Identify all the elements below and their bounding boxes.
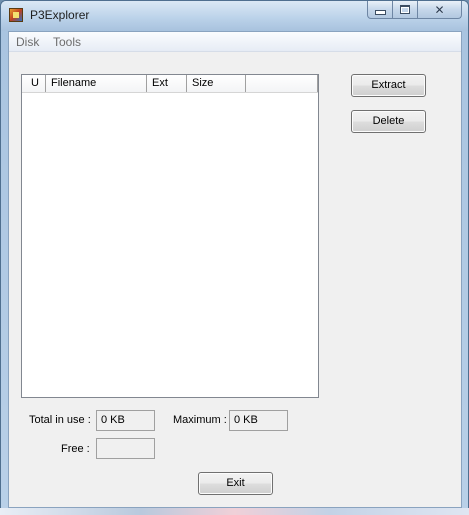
column-header-ext[interactable]: Ext xyxy=(147,75,187,92)
window-title: P3Explorer xyxy=(30,8,90,22)
total-in-use-field: 0 KB xyxy=(96,410,155,431)
file-list[interactable]: U Filename Ext Size xyxy=(21,74,319,398)
menu-disk[interactable]: Disk xyxy=(16,35,39,49)
extract-button[interactable]: Extract xyxy=(351,74,426,97)
title-bar[interactable]: P3Explorer ✕ xyxy=(1,1,468,31)
maximum-label: Maximum : xyxy=(173,414,227,426)
caption-buttons: ✕ xyxy=(367,1,462,19)
desktop-background-strip xyxy=(0,508,469,515)
column-header-empty[interactable] xyxy=(246,75,318,92)
total-in-use-label: Total in use : xyxy=(29,414,91,426)
minimize-icon xyxy=(374,9,386,15)
maximize-button[interactable] xyxy=(393,1,418,19)
delete-button[interactable]: Delete xyxy=(351,110,426,133)
client-area: Disk Tools U Filename Ext Size Extract D… xyxy=(8,31,462,508)
minimize-button[interactable] xyxy=(367,1,393,19)
menu-bar: Disk Tools xyxy=(9,32,461,52)
app-icon[interactable] xyxy=(9,8,23,22)
maximize-icon xyxy=(400,5,410,14)
column-header-size[interactable]: Size xyxy=(187,75,246,92)
free-field xyxy=(96,438,155,459)
close-icon: ✕ xyxy=(434,2,445,17)
close-button[interactable]: ✕ xyxy=(418,1,462,19)
exit-button[interactable]: Exit xyxy=(198,472,273,495)
menu-tools[interactable]: Tools xyxy=(53,35,81,49)
column-header-filename[interactable]: Filename xyxy=(46,75,147,92)
free-label: Free : xyxy=(61,443,90,455)
p3explorer-window: P3Explorer ✕ Disk Tools U Filename Ext S… xyxy=(0,0,469,515)
file-list-header: U Filename Ext Size xyxy=(22,75,318,93)
maximum-field: 0 KB xyxy=(229,410,288,431)
column-header-u[interactable]: U xyxy=(22,75,46,92)
